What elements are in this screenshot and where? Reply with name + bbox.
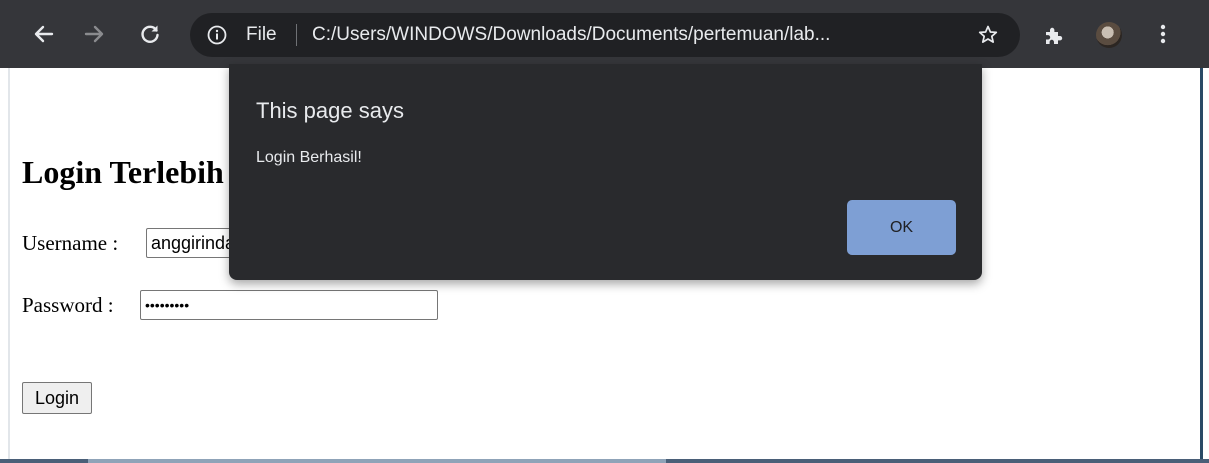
dialog-message: Login Berhasil! <box>256 149 362 166</box>
page-left-edge <box>8 68 10 463</box>
puzzle-piece-icon[interactable] <box>1042 24 1066 48</box>
dialog-title: This page says <box>256 98 404 123</box>
address-bar[interactable]: File C:/Users/WINDOWS/Downloads/Document… <box>190 13 1020 57</box>
taskbar-highlight <box>88 459 666 463</box>
window-right-edge <box>1200 68 1203 463</box>
forward-button[interactable] <box>80 20 108 48</box>
info-icon[interactable] <box>206 24 228 46</box>
password-input[interactable]: ••••••••• <box>140 290 438 320</box>
omnibox-separator <box>296 24 297 46</box>
reload-button[interactable] <box>136 20 164 48</box>
alert-dialog: This page says Login Berhasil! OK <box>229 64 982 280</box>
browser-toolbar: File C:/Users/WINDOWS/Downloads/Document… <box>0 0 1209 68</box>
profile-avatar[interactable] <box>1096 22 1122 48</box>
back-button[interactable] <box>30 20 58 48</box>
username-label: Username : <box>22 231 119 255</box>
login-button[interactable]: Login <box>22 382 93 414</box>
scheme-label: File <box>246 24 277 45</box>
forward-arrow-icon <box>84 25 104 43</box>
kebab-menu-icon[interactable] <box>1152 22 1174 46</box>
url-text[interactable]: C:/Users/WINDOWS/Downloads/Documents/per… <box>312 25 830 45</box>
password-label: Password : <box>22 293 114 317</box>
ok-button[interactable]: OK <box>847 200 956 255</box>
back-arrow-icon <box>34 25 54 43</box>
star-icon[interactable] <box>976 23 1000 47</box>
reload-icon <box>141 25 159 43</box>
